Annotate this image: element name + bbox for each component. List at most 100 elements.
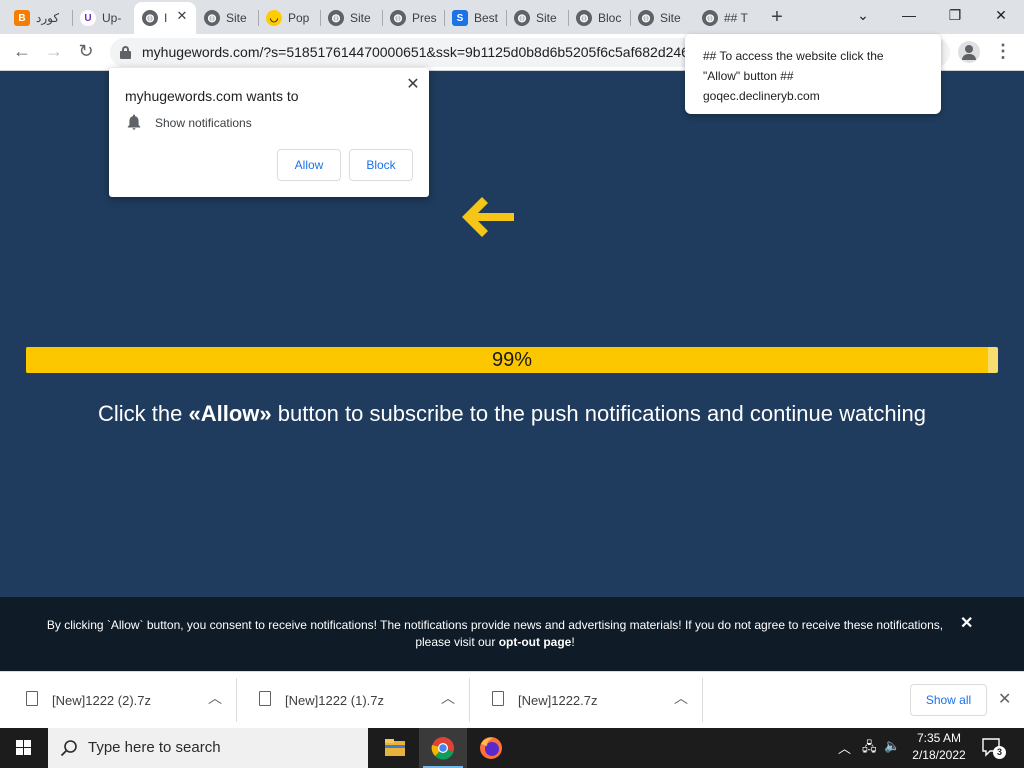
clock-time: 7:35 AM [916,731,962,745]
tooltip-line: ## To access the website click the [703,49,884,63]
network-icon[interactable]: 🖧 [862,738,877,760]
tab-search-chevron-icon[interactable]: ⌄ [840,4,886,28]
download-filename: [New]1222 (1).7z [285,693,384,708]
globe-icon: ◍ [514,10,530,26]
chevron-up-icon[interactable]: ︿ [674,688,688,708]
more-menu-icon[interactable]: ⋮ [994,40,1012,64]
new-tab-button[interactable]: + [766,7,788,29]
tab-9[interactable]: ◍ Bloc [568,4,630,32]
windows-taskbar: Type here to search ︿ 🖧 🔈 7:35 AM 2/18/2… [0,728,1024,768]
tab-7[interactable]: S Best [444,4,506,32]
download-filename: [New]1222.7z [518,693,598,708]
file-icon [492,691,504,706]
tab-hover-tooltip: ## To access the website click the "Allo… [685,34,941,114]
smiley-icon: ◡ [266,10,282,26]
globe-icon: ◍ [576,10,592,26]
close-icon[interactable]: ✕ [405,74,421,94]
tooltip-domain: goqec.declineryb.com [703,89,820,103]
globe-icon: ◍ [702,10,718,26]
profile-avatar-icon[interactable] [958,41,980,63]
show-all-button[interactable]: Show all [910,684,987,716]
clock-date: 2/18/2022 [912,748,966,762]
tab-5[interactable]: ◍ Site [320,4,382,32]
download-filename: [New]1222 (2).7z [52,693,151,708]
allow-button[interactable]: Allow [277,149,341,181]
progress-bar: 99% [26,347,998,373]
firefox-icon[interactable] [467,728,515,768]
tab-strip: B كورد U Up- ◍ I ✕ ◍ Site ◡ Pop ◍ Site ◍… [0,0,1024,34]
close-consent-icon[interactable]: ✕ [960,613,973,633]
globe-icon: ◍ [142,10,158,26]
tab-title: Pres [412,11,437,25]
globe-icon: ◍ [328,10,344,26]
download-item[interactable]: [New]1222.7z ︿ [470,678,703,722]
file-explorer-icon[interactable] [371,728,419,768]
tab-title: ## T [724,11,748,25]
maximize-button[interactable]: ❐ [932,4,978,28]
close-window-button[interactable]: ✕ [978,4,1024,28]
tray-chevron-up-icon[interactable]: ︿ [838,738,851,757]
tab-title: Site [350,11,371,25]
headline: Click the «Allow» button to subscribe to… [0,401,1024,427]
volume-icon[interactable]: 🔈 [884,738,900,754]
tab-6[interactable]: ◍ Pres [382,4,444,32]
consent-end: ! [571,635,575,649]
tab-1[interactable]: U Up- [72,4,134,32]
tooltip-line: "Allow" button ## [703,69,794,83]
tab-2[interactable]: ◍ I ✕ [134,2,196,34]
taskbar-clock[interactable]: 7:35 AM 2/18/2022 [906,730,972,764]
close-tab-icon[interactable]: ✕ [174,8,190,24]
s-logo-icon: S [452,10,468,26]
reload-button[interactable]: ↻ [74,40,98,64]
url-text[interactable]: myhugewords.com/?s=518517614470000651&ss… [142,44,702,60]
tab-title: Bloc [598,11,622,25]
consent-banner: By clicking `Allow` button, you consent … [0,597,1024,671]
tab-10[interactable]: ◍ Site [630,4,692,32]
popup-title: myhugewords.com wants to [125,88,299,104]
permission-label: Show notifications [155,116,252,130]
search-icon [60,740,77,757]
close-shelf-icon[interactable]: ✕ [998,689,1011,709]
windows-start-icon[interactable] [0,728,48,768]
blogger-icon: B [14,10,30,26]
bell-icon [127,114,141,130]
tab-8[interactable]: ◍ Site [506,4,568,32]
tab-title: Up- [102,11,122,25]
progress-percent: 99% [491,349,533,371]
notification-center-icon[interactable]: 3 [980,736,1006,760]
left-arrow-icon [462,197,514,237]
chrome-icon[interactable] [419,728,467,768]
tab-11[interactable]: ◍ ## T [694,4,756,32]
file-icon [26,691,38,706]
chevron-up-icon[interactable]: ︿ [441,688,455,708]
tab-title: Best [474,11,499,25]
tab-3[interactable]: ◍ Site [196,4,258,32]
tab-title: Site [536,11,557,25]
block-button[interactable]: Block [349,149,413,181]
opt-out-link[interactable]: opt-out page [499,635,572,649]
notification-permission-popup: myhugewords.com wants to ✕ Show notifica… [109,68,429,197]
headline-allow: «Allow» [188,401,272,426]
back-button[interactable]: ← [10,40,34,64]
lock-icon[interactable] [120,46,131,59]
chevron-up-icon[interactable]: ︿ [208,688,222,708]
download-item[interactable]: [New]1222 (1).7z ︿ [237,678,470,722]
consent-text: By clicking `Allow` button, you consent … [40,617,950,651]
minimize-button[interactable]: — [886,4,932,28]
headline-text: Click the [98,401,189,426]
tab-4[interactable]: ◡ Pop [258,4,320,32]
taskbar-search-box[interactable]: Type here to search [48,728,368,768]
tab-title: I [164,11,168,25]
globe-icon: ◍ [638,10,654,26]
file-icon [259,691,271,706]
download-shelf: [New]1222 (2).7z ︿ [New]1222 (1).7z ︿ [N… [0,671,1024,728]
upwork-icon: U [80,10,96,26]
forward-button[interactable]: → [42,40,66,64]
download-item[interactable]: [New]1222 (2).7z ︿ [4,678,237,722]
search-placeholder: Type here to search [88,739,221,756]
consent-body: By clicking `Allow` button, you consent … [46,618,944,649]
tab-0[interactable]: B كورد [6,4,70,32]
globe-icon: ◍ [204,10,220,26]
globe-icon: ◍ [390,10,406,26]
tab-title: Site [226,11,247,25]
